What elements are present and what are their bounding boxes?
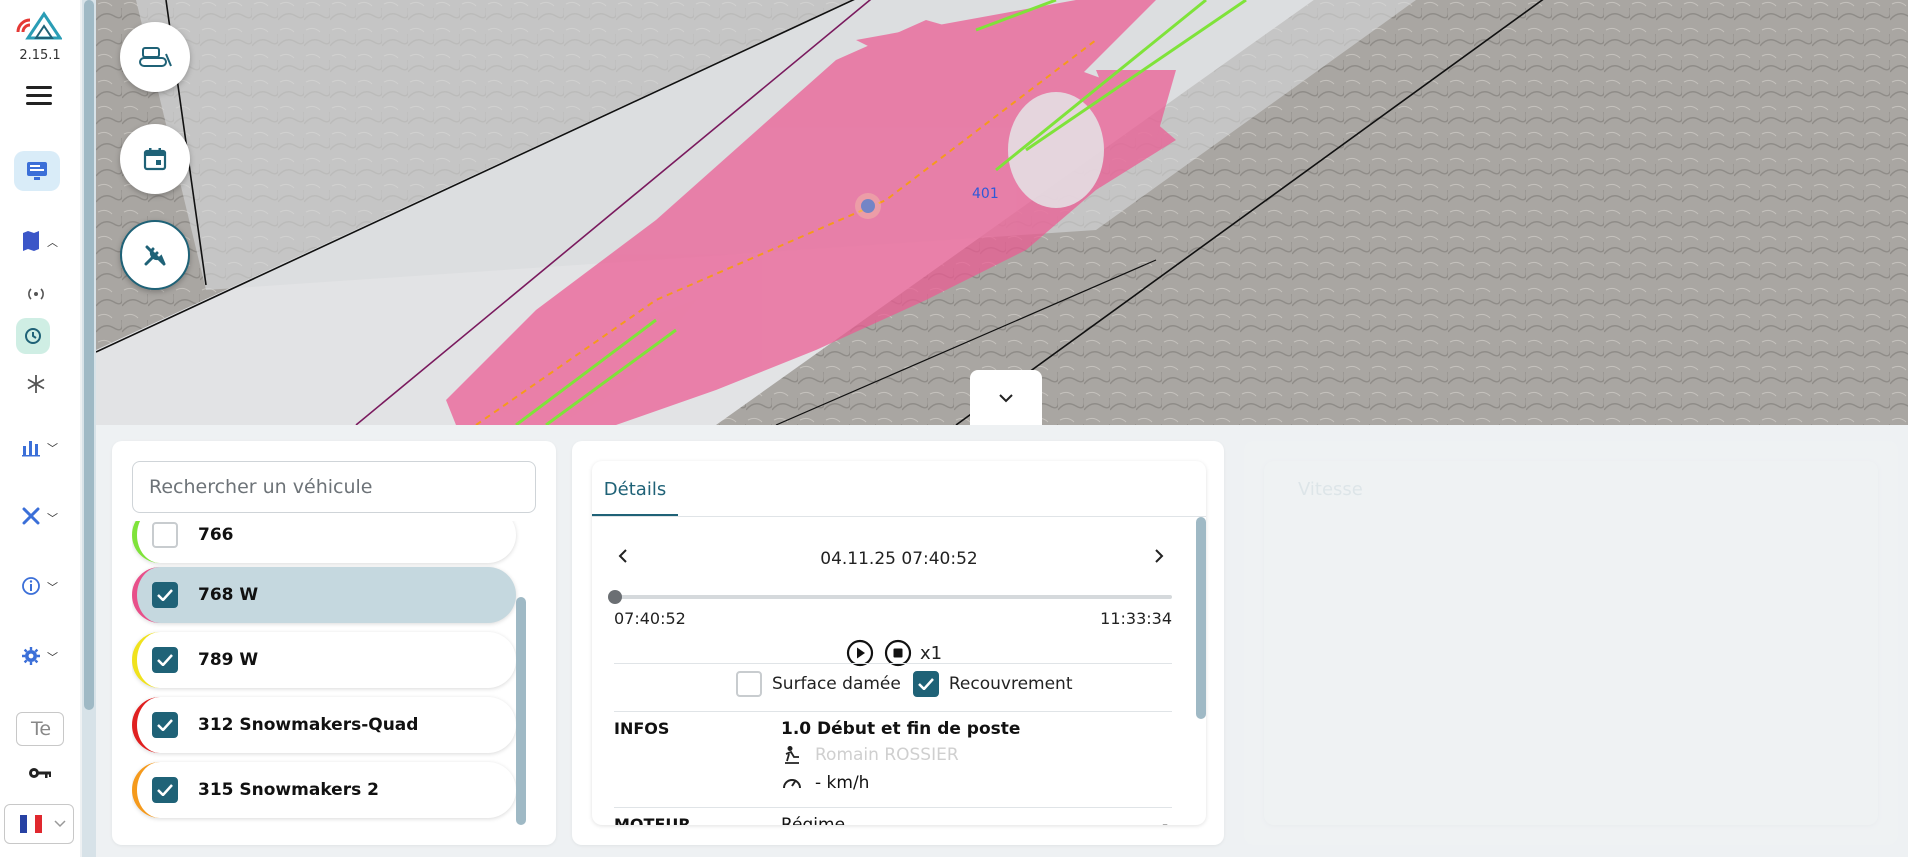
- list-item[interactable]: 768 W: [132, 567, 516, 623]
- info-chevron-down-icon[interactable]: ﹀: [47, 579, 58, 595]
- speed-value: - km/h: [815, 773, 870, 793]
- map-icon[interactable]: [14, 221, 48, 261]
- vehicle-checkbox[interactable]: [152, 647, 178, 673]
- speedometer-icon: [783, 779, 801, 789]
- playback-speed[interactable]: x1: [920, 643, 942, 664]
- infos-label: INFOS: [614, 719, 670, 738]
- app-version: 2.15.1: [19, 48, 61, 63]
- info-icon[interactable]: [14, 566, 48, 606]
- vehicle-name: 766: [198, 525, 234, 545]
- details-scrollbar[interactable]: [1196, 517, 1206, 719]
- snowflake-icon[interactable]: [16, 364, 56, 404]
- vehicle-name: 768 W: [198, 585, 259, 605]
- vehicle-checkbox[interactable]: [152, 522, 178, 548]
- groomer-icon: [139, 47, 172, 67]
- overlap-checkbox[interactable]: [912, 671, 939, 697]
- tools-icon: [144, 245, 166, 266]
- vehicle-search-input[interactable]: Rechercher un véhicule: [132, 461, 536, 513]
- key-icon[interactable]: [28, 765, 52, 784]
- map-view[interactable]: 401: [96, 0, 1908, 425]
- list-item[interactable]: 312 Snowmakers-Quad: [132, 697, 516, 753]
- current-datetime: 04.11.25 07:40:52: [820, 549, 978, 569]
- vehicle-checkbox[interactable]: [152, 712, 178, 738]
- list-item[interactable]: 315 Snowmakers 2: [132, 762, 516, 818]
- settings-icon[interactable]: [14, 636, 48, 676]
- timeline-handle[interactable]: [608, 590, 622, 604]
- vehicle-list[interactable]: 766 768 W 789 W 312 Snowmakers-Quad 315 …: [132, 521, 524, 839]
- vehicle-checkbox[interactable]: [152, 582, 178, 608]
- speed-row: - km/h: [781, 773, 869, 793]
- engine-regime-label: Régime: [781, 815, 846, 825]
- chevron-down-icon: [54, 820, 66, 828]
- driver-row: Romain ROSSIER: [781, 745, 959, 765]
- vehicle-list-scrollbar[interactable]: [516, 597, 526, 825]
- engine-regime-value: -: [1162, 815, 1169, 825]
- language-select[interactable]: [4, 804, 74, 844]
- collapse-panel-button[interactable]: [970, 370, 1042, 425]
- history-icon[interactable]: [16, 318, 50, 354]
- list-item[interactable]: 789 W: [132, 632, 516, 688]
- list-item[interactable]: 766: [132, 521, 516, 563]
- calendar-icon: [143, 148, 167, 171]
- map-chevron-up-icon[interactable]: ︿: [47, 234, 58, 250]
- vehicle-name: 789 W: [198, 650, 259, 670]
- start-time: 07:40:52: [614, 609, 686, 628]
- chevron-right-icon: [1155, 549, 1164, 563]
- overlap-label: Recouvrement: [948, 674, 1073, 694]
- details-panel: Détails 04.11.25 07:40:52 07:40:52 11:33…: [572, 441, 1224, 845]
- driver-name: Romain ROSSIER: [815, 745, 959, 765]
- chevron-down-icon: [999, 393, 1013, 402]
- settings-chevron-down-icon[interactable]: ﹀: [47, 649, 58, 665]
- vehicle-panel: Rechercher un véhicule 766 768 W 789 W 3…: [112, 441, 556, 845]
- vehicle-name: 312 Snowmakers-Quad: [198, 715, 419, 735]
- speed-card: Vitesse: [1264, 461, 1878, 825]
- tools-icon[interactable]: [14, 496, 48, 536]
- next-button[interactable]: [1154, 545, 1164, 570]
- vehicle-checkbox[interactable]: [152, 777, 178, 803]
- menu-button[interactable]: [26, 86, 52, 106]
- infos-value: 1.0 Début et fin de poste: [781, 719, 1021, 739]
- text-select[interactable]: Te: [16, 712, 64, 746]
- sidebar: 2.15.1 ︿ ﹀ ﹀ ﹀ ﹀ Te: [0, 0, 80, 857]
- sidebar-scrollbar[interactable]: [82, 0, 96, 857]
- end-time: 11:33:34: [1100, 609, 1172, 628]
- chart-chevron-down-icon[interactable]: ﹀: [47, 440, 58, 456]
- chart-icon[interactable]: [14, 427, 48, 467]
- tools-button[interactable]: [120, 220, 190, 290]
- french-flag-icon: [20, 815, 42, 833]
- groomer-button[interactable]: [120, 22, 190, 92]
- driver-icon: [785, 746, 799, 764]
- surface-checkbox[interactable]: [736, 671, 762, 697]
- app-logo: [16, 11, 62, 40]
- vehicle-marker-label[interactable]: 401: [972, 186, 999, 202]
- monitor-icon[interactable]: [14, 151, 60, 191]
- broadcast-icon[interactable]: [16, 274, 56, 314]
- tools-chevron-down-icon[interactable]: ﹀: [47, 510, 58, 526]
- timeline-slider[interactable]: [614, 595, 1172, 599]
- map-terrain: [96, 0, 1908, 425]
- speed-panel: Vitesse: [1244, 441, 1898, 845]
- vehicle-name: 315 Snowmakers 2: [198, 780, 379, 800]
- tab-speed[interactable]: Vitesse: [1298, 479, 1363, 500]
- surface-label: Surface damée: [772, 674, 901, 694]
- tab-details[interactable]: Détails: [592, 461, 678, 517]
- engine-label: MOTEUR: [614, 815, 691, 825]
- display-options: Surface damée Recouvrement: [736, 671, 1072, 697]
- details-card: Détails 04.11.25 07:40:52 07:40:52 11:33…: [592, 461, 1206, 825]
- calendar-button[interactable]: [120, 124, 190, 194]
